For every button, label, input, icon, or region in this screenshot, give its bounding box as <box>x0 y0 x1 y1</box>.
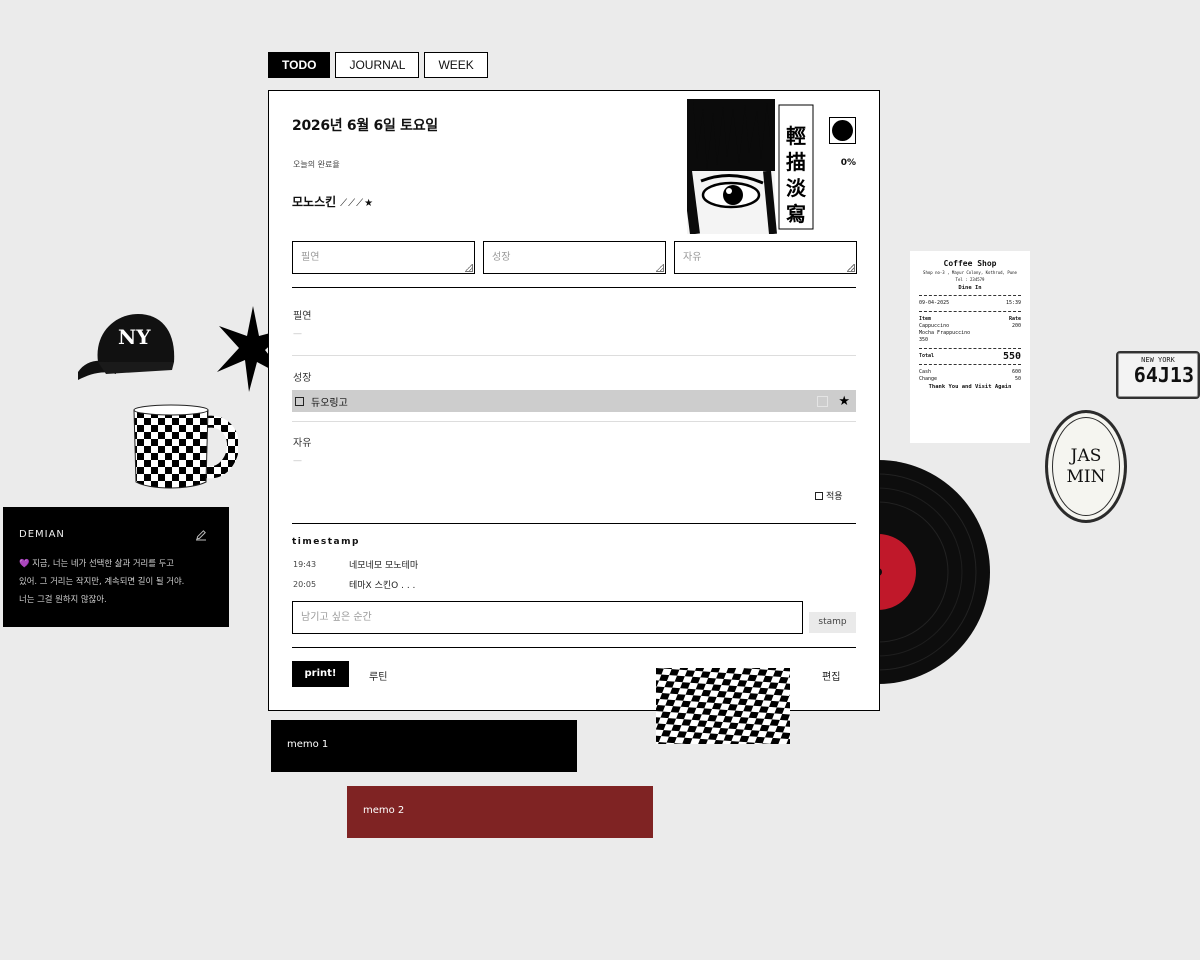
date-title: 2026년 6월 6일 토요일 <box>292 118 438 134</box>
manga-glyph: 輕 <box>786 124 806 148</box>
completion-status-toggle[interactable] <box>829 117 856 144</box>
divider <box>292 355 856 356</box>
task-row[interactable]: 듀오링고 ★ <box>292 390 856 412</box>
stamp-button[interactable]: stamp <box>809 612 856 633</box>
receipt-thanks: Thank You and Visit Again <box>928 384 1012 390</box>
candle-label-sticker: JAS MIN <box>1045 410 1127 523</box>
input-jayu[interactable] <box>674 241 857 274</box>
apply-checkbox-icon <box>815 491 823 500</box>
receipt-change-value: 50 <box>1014 376 1021 382</box>
receipt-col-rate: Rate <box>1008 316 1021 322</box>
receipt-cash-label: Cash <box>919 369 932 375</box>
task-label: 듀오링고 <box>311 397 348 409</box>
receipt-mode: Dine In <box>958 285 982 291</box>
pencil-icon[interactable] <box>195 529 207 541</box>
routine-button[interactable]: 루틴 <box>369 668 387 683</box>
log-time: 20:05 <box>293 580 317 589</box>
receipt-phone: Tel : 234579 <box>955 277 985 282</box>
receipt-date: 09-04-2025 <box>919 300 950 306</box>
input-pilyeon[interactable] <box>292 241 475 274</box>
receipt-total-label: Total <box>919 353 935 359</box>
moment-input[interactable] <box>292 601 803 634</box>
edit-button[interactable]: 편집 <box>822 668 840 683</box>
divider <box>292 647 856 648</box>
completion-label: 오늘의 완료율 <box>293 160 340 169</box>
section-empty-jayu: — <box>293 456 302 466</box>
status-dot-icon <box>832 120 853 141</box>
log-text: 네모네모 모노테마 <box>349 561 419 571</box>
view-tabs: TODO JOURNAL WEEK <box>268 52 488 78</box>
memo-2[interactable]: memo 2 <box>347 786 653 838</box>
svg-text:NY: NY <box>118 325 151 349</box>
manga-glyph: 淡 <box>786 176 807 200</box>
apply-button[interactable]: 적용 <box>815 489 843 502</box>
divider <box>292 287 856 288</box>
receipt-rate: 200 <box>1011 323 1021 329</box>
divider <box>292 421 856 422</box>
memo-1[interactable]: memo 1 <box>271 720 577 772</box>
receipt-time: 15:39 <box>1005 300 1021 306</box>
candle-line: JAS <box>1070 445 1102 466</box>
todo-card: 2026년 6월 6일 토요일 오늘의 완료율 모노스킨 ⟋⟋⟋★ 輕 描 淡 寫… <box>268 90 880 711</box>
category-inputs <box>292 241 857 274</box>
input-seongjang[interactable] <box>483 241 666 274</box>
plate-number: 64J13 <box>1133 363 1194 387</box>
candle-line: MIN <box>1066 466 1106 487</box>
manga-glyph: 描 <box>786 150 806 174</box>
checkered-wave-icon <box>656 668 790 744</box>
receipt-item: 350 <box>919 337 929 343</box>
baseball-cap-icon: NY <box>78 314 175 380</box>
receipt-item: Mocha Frappuccino <box>919 330 971 336</box>
license-plate-sticker: NEW YORK 64J13 <box>1116 351 1200 399</box>
log-text: 테마X 스킨O . . . <box>349 581 416 591</box>
manga-glyph: 寫 <box>786 202 806 226</box>
manga-illustration-icon: 輕 描 淡 寫 <box>687 99 817 234</box>
receipt-col-item: Item <box>919 316 932 322</box>
category-name: 모노스킨 <box>292 195 337 209</box>
receipt-address: Shop no-3 , Mayur Colony, Kothrud, Pune <box>923 270 1017 275</box>
divider <box>292 523 856 524</box>
star-icon[interactable]: ★ <box>838 395 850 408</box>
section-label-seongjang: 성장 <box>293 373 312 384</box>
checkered-mug-icon <box>133 404 238 489</box>
quote-line: 있어. 그 거리는 작지만, 계속되면 길이 될 거야. <box>19 576 185 586</box>
category-title: 모노스킨 ⟋⟋⟋★ <box>292 193 374 210</box>
receipt-item: Cappuccino <box>919 323 950 329</box>
quote-line: 너는 그걸 원하지 않잖아. <box>19 594 107 604</box>
demian-quote: 💜 지금, 너는 네가 선택한 삶과 거리를 두고 있어. 그 거리는 작지만,… <box>19 554 213 608</box>
section-empty-pilyeon: — <box>293 329 302 339</box>
receipt-total-value: 550 <box>1002 351 1021 362</box>
receipt-change-label: Change <box>919 376 938 382</box>
quote-line: 💜 지금, 너는 네가 선택한 삶과 거리를 두고 <box>19 558 175 568</box>
completion-percent: 0% <box>840 158 856 168</box>
receipt-cash-value: 600 <box>1011 369 1021 375</box>
section-label-pilyeon: 필연 <box>293 311 312 322</box>
apply-label: 적용 <box>826 492 843 502</box>
log-time: 19:43 <box>293 560 317 569</box>
task-checkbox[interactable] <box>295 396 304 406</box>
receipt-title: Coffee Shop <box>943 259 997 268</box>
demian-title: DEMIAN <box>19 529 65 540</box>
section-label-jayu: 자유 <box>293 438 312 449</box>
timestamp-title: timestamp <box>292 537 360 547</box>
print-button[interactable]: print! <box>292 661 349 687</box>
category-marks: ⟋⟋⟋★ <box>340 198 375 209</box>
task-select-box[interactable] <box>817 395 829 407</box>
demian-quote-card: DEMIAN 💜 지금, 너는 네가 선택한 삶과 거리를 두고 있어. 그 거… <box>3 507 229 627</box>
receipt-sticker: Coffee Shop Shop no-3 , Mayur Colony, Ko… <box>910 251 1030 443</box>
tab-week[interactable]: WEEK <box>424 52 488 78</box>
tab-journal[interactable]: JOURNAL <box>335 52 420 78</box>
tab-todo[interactable]: TODO <box>268 52 331 78</box>
